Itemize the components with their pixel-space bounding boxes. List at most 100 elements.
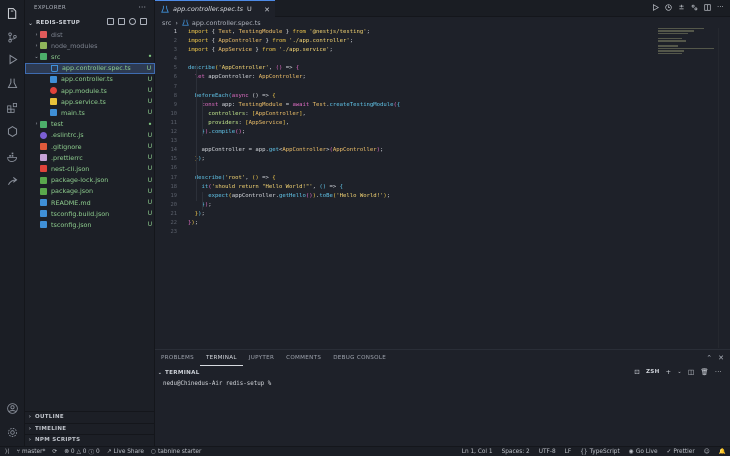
code-line[interactable]: import { AppController } from './app.con…	[188, 37, 658, 46]
remote-icon[interactable]: ⟩⟨	[5, 449, 10, 455]
code-line[interactable]: appController = app.get<AppController>(A…	[188, 146, 658, 155]
code-line[interactable]: });	[188, 219, 658, 228]
code-line[interactable]: import { AppService } from './app.servic…	[188, 46, 658, 55]
run-icon[interactable]	[652, 4, 660, 11]
refresh-icon[interactable]	[129, 18, 136, 25]
file-item[interactable]: app.service.ts U	[25, 96, 155, 107]
minimap[interactable]	[658, 28, 718, 58]
new-file-icon[interactable]	[107, 18, 114, 25]
code-line[interactable]: providers: [AppService],	[188, 119, 658, 128]
file-item[interactable]: main.ts U	[25, 107, 155, 118]
timeline-icon[interactable]	[665, 4, 672, 11]
split-terminal-icon[interactable]: ◫	[688, 368, 694, 376]
more-actions-icon[interactable]: ···	[715, 368, 722, 376]
code-line[interactable]: const app: TestingModule = await Test.cr…	[188, 101, 658, 110]
source-control-icon[interactable]	[5, 30, 20, 45]
panel-tab-comments[interactable]: COMMENTS	[280, 350, 327, 366]
file-item[interactable]: .gitignore U	[25, 141, 155, 152]
extensions-icon[interactable]	[5, 100, 20, 115]
collapse-all-icon[interactable]	[140, 18, 147, 25]
code-line[interactable]	[188, 55, 658, 64]
panel-tab-debug-console[interactable]: DEBUG CONSOLE	[327, 350, 392, 366]
breadcrumb-file[interactable]: app.controller.spec.ts	[192, 19, 261, 27]
file-item[interactable]: app.controller.ts U	[25, 74, 155, 85]
testing-icon[interactable]	[5, 76, 20, 91]
file-item[interactable]: package.json U	[25, 186, 155, 197]
explorer-icon[interactable]	[5, 6, 20, 21]
file-item[interactable]: app.controller.spec.ts U	[25, 62, 155, 74]
run-debug-icon[interactable]	[5, 52, 20, 67]
code-line[interactable]	[188, 137, 658, 146]
code-line[interactable]: beforeEach(async () => {	[188, 92, 658, 101]
encoding[interactable]: UTF-8	[539, 449, 556, 455]
panel-tab-jupyter[interactable]: JUPYTER	[243, 350, 280, 366]
problems-indicator[interactable]: ⊗ 0 △ 0 ⓘ 0	[64, 447, 99, 456]
close-panel-icon[interactable]: ✕	[718, 354, 724, 362]
terminal-prompt[interactable]: nedu@Chinedus-Air redis-setup %	[163, 381, 271, 387]
tabnine-button[interactable]: ○ tabnine starter	[151, 449, 201, 455]
file-item[interactable]: tsconfig.build.json U	[25, 208, 155, 219]
folder-item[interactable]: › test •	[25, 119, 155, 130]
code-line[interactable]: }).compile();	[188, 128, 658, 137]
open-changes-icon[interactable]	[678, 4, 685, 11]
breadcrumb-folder[interactable]: src	[162, 19, 171, 27]
file-item[interactable]: tsconfig.json U	[25, 219, 155, 230]
cursor-position[interactable]: Ln 1, Col 1	[462, 449, 493, 455]
maximize-panel-icon[interactable]: ⌃	[706, 354, 712, 362]
language-mode[interactable]: {} TypeScript	[580, 449, 620, 455]
git-branch[interactable]: ⑂ master*	[17, 449, 46, 455]
file-item[interactable]: app.module.ts U	[25, 85, 155, 96]
tab-app-controller-spec[interactable]: app.controller.spec.ts U ✕	[155, 0, 275, 17]
live-share-button[interactable]: ↗ Live Share	[107, 449, 144, 455]
code-line[interactable]	[188, 83, 658, 92]
code-line[interactable]: });	[188, 201, 658, 210]
code-line[interactable]: describe('AppController', () => {	[188, 64, 658, 73]
project-header[interactable]: ⌄ REDIS-SETUP	[25, 18, 155, 28]
new-folder-icon[interactable]	[118, 18, 125, 25]
close-tab-icon[interactable]: ✕	[264, 6, 270, 14]
settings-gear-icon[interactable]	[5, 425, 20, 440]
file-item[interactable]: nest-cli.json U	[25, 163, 155, 174]
code-line[interactable]: expect(appController.getHello()).toBe('H…	[188, 192, 658, 201]
code-line[interactable]: describe('root', () => {	[188, 174, 658, 183]
folder-item[interactable]: › dist	[25, 29, 155, 40]
code-line[interactable]: });	[188, 155, 658, 164]
compare-icon[interactable]	[691, 4, 698, 11]
trash-icon[interactable]: 🗑	[700, 368, 709, 376]
section-timeline[interactable]: › TIMELINE	[25, 422, 155, 434]
feedback-icon[interactable]: ☺	[704, 449, 710, 455]
code-line[interactable]	[188, 228, 658, 237]
code-line[interactable]: });	[188, 210, 658, 219]
file-item[interactable]: package-lock.json U	[25, 175, 155, 186]
docker-icon[interactable]	[5, 150, 20, 165]
code-line[interactable]: let appController: AppController;	[188, 73, 658, 82]
file-item[interactable]: .prettierrc U	[25, 152, 155, 163]
indentation[interactable]: Spaces: 2	[502, 449, 530, 455]
go-live-button[interactable]: ◉ Go Live	[629, 449, 658, 455]
chevron-down-icon[interactable]: ⌄	[155, 370, 165, 376]
sync-icon[interactable]: ⟳	[52, 449, 57, 455]
code-line[interactable]: it('should return "Hello World!"', () =>…	[188, 183, 658, 192]
end-of-line[interactable]: LF	[565, 449, 572, 455]
section-outline[interactable]: › OUTLINE	[25, 411, 155, 422]
file-item[interactable]: README.md U	[25, 197, 155, 208]
code-line[interactable]	[188, 164, 658, 173]
more-actions-icon[interactable]: ···	[717, 4, 724, 11]
code-editor[interactable]: import { Test, TestingModule } from '@ne…	[188, 28, 658, 237]
code-line[interactable]: controllers: [AppController],	[188, 110, 658, 119]
chevron-down-icon[interactable]: ⌄	[677, 369, 682, 375]
notifications-icon[interactable]: 🔔	[719, 449, 726, 455]
account-icon[interactable]	[5, 401, 20, 416]
code-line[interactable]: import { Test, TestingModule } from '@ne…	[188, 28, 658, 37]
new-terminal-icon[interactable]: +	[666, 368, 672, 376]
panel-tab-terminal[interactable]: TERMINAL	[199, 350, 243, 366]
split-editor-icon[interactable]	[704, 4, 711, 11]
live-share-icon[interactable]	[5, 174, 20, 189]
section-npm-scripts[interactable]: › NPM SCRIPTS	[25, 434, 155, 445]
prettier-status[interactable]: ✓ Prettier	[667, 449, 695, 455]
folder-item[interactable]: › node_modules	[25, 40, 155, 51]
editor-scrollbar[interactable]	[718, 28, 730, 348]
remote-explorer-icon[interactable]	[5, 124, 20, 139]
shell-name[interactable]: zsh	[646, 369, 660, 375]
file-item[interactable]: .eslintrc.js U	[25, 130, 155, 141]
